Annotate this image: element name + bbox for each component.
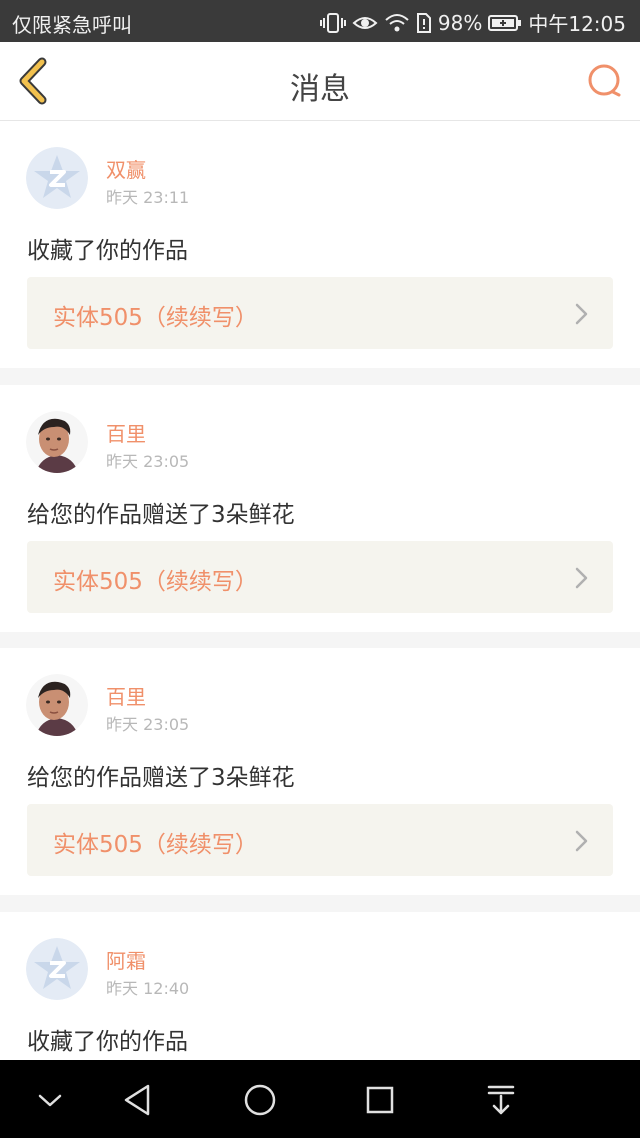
chevron-right-icon: [575, 830, 588, 852]
notification-pull-button[interactable]: [481, 1080, 521, 1120]
photo-avatar-icon: [26, 411, 88, 473]
avatar[interactable]: [26, 147, 88, 209]
message-time: 昨天 23:05: [106, 452, 190, 471]
work-link[interactable]: 实体505（续续写）: [27, 541, 613, 613]
sim-icon: [416, 12, 432, 34]
message-time: 昨天 23:11: [106, 188, 190, 207]
message-card: 百里 昨天 23:05 给您的作品赠送了3朵鲜花 实体505（续续写）: [0, 385, 640, 632]
header-bar: 消息: [0, 42, 640, 121]
sender-name[interactable]: 双赢: [106, 154, 146, 183]
sender-name[interactable]: 百里: [106, 418, 146, 447]
search-icon: [588, 64, 621, 97]
default-star-avatar-icon: [26, 938, 88, 1000]
message-time: 昨天 23:05: [106, 715, 190, 734]
sender-name[interactable]: 阿霜: [106, 945, 146, 974]
clock: 中午12:05: [528, 12, 626, 36]
page-title: 消息: [290, 72, 350, 107]
status-bar: 仅限紧急呼叫 98% 中午12:05: [0, 0, 640, 42]
work-title: 实体505（续续写）: [53, 569, 258, 595]
message-card: 双赢 昨天 23:11 收藏了你的作品 实体505（续续写）: [0, 121, 640, 368]
message-list[interactable]: 双赢 昨天 23:11 收藏了你的作品 实体505（续续写） 百里 昨天 23:…: [0, 121, 640, 1060]
photo-avatar-icon: [26, 674, 88, 736]
work-title: 实体505（续续写）: [53, 305, 258, 331]
back-triangle-icon: [124, 1084, 150, 1116]
message-text: 给您的作品赠送了3朵鲜花: [27, 765, 295, 791]
collapse-icon: [38, 1094, 62, 1107]
sender-name[interactable]: 百里: [106, 681, 146, 710]
avatar[interactable]: [26, 674, 88, 736]
work-link[interactable]: 实体505（续续写）: [27, 804, 613, 876]
message-text: 收藏了你的作品: [27, 238, 188, 264]
message-card: 百里 昨天 23:05 给您的作品赠送了3朵鲜花 实体505（续续写）: [0, 648, 640, 895]
default-star-avatar-icon: [26, 147, 88, 209]
recents-square-icon: [366, 1086, 394, 1114]
system-nav-bar: [0, 1060, 640, 1138]
nav-home-button[interactable]: [240, 1080, 280, 1120]
avatar[interactable]: [26, 938, 88, 1000]
notification-pull-icon: [487, 1085, 515, 1115]
wifi-icon: [384, 12, 410, 34]
chevron-right-icon: [575, 303, 588, 325]
collapse-button[interactable]: [30, 1080, 70, 1120]
battery-percent: 98%: [437, 10, 483, 35]
work-link[interactable]: 实体505（续续写）: [27, 277, 613, 349]
battery-icon: [488, 13, 522, 33]
work-title: 实体505（续续写）: [53, 832, 258, 858]
vibrate-icon: [319, 11, 346, 35]
message-card: 阿霜 昨天 12:40 收藏了你的作品: [0, 912, 640, 1060]
avatar[interactable]: [26, 411, 88, 473]
eye-icon: [352, 12, 378, 34]
nav-back-button[interactable]: [118, 1080, 158, 1120]
nav-recents-button[interactable]: [360, 1080, 400, 1120]
search-button[interactable]: [586, 62, 624, 100]
home-circle-icon: [244, 1084, 276, 1116]
chevron-right-icon: [575, 567, 588, 589]
message-text: 收藏了你的作品: [27, 1029, 188, 1055]
message-text: 给您的作品赠送了3朵鲜花: [27, 502, 295, 528]
carrier-text: 仅限紧急呼叫: [12, 13, 132, 37]
message-time: 昨天 12:40: [106, 979, 190, 998]
